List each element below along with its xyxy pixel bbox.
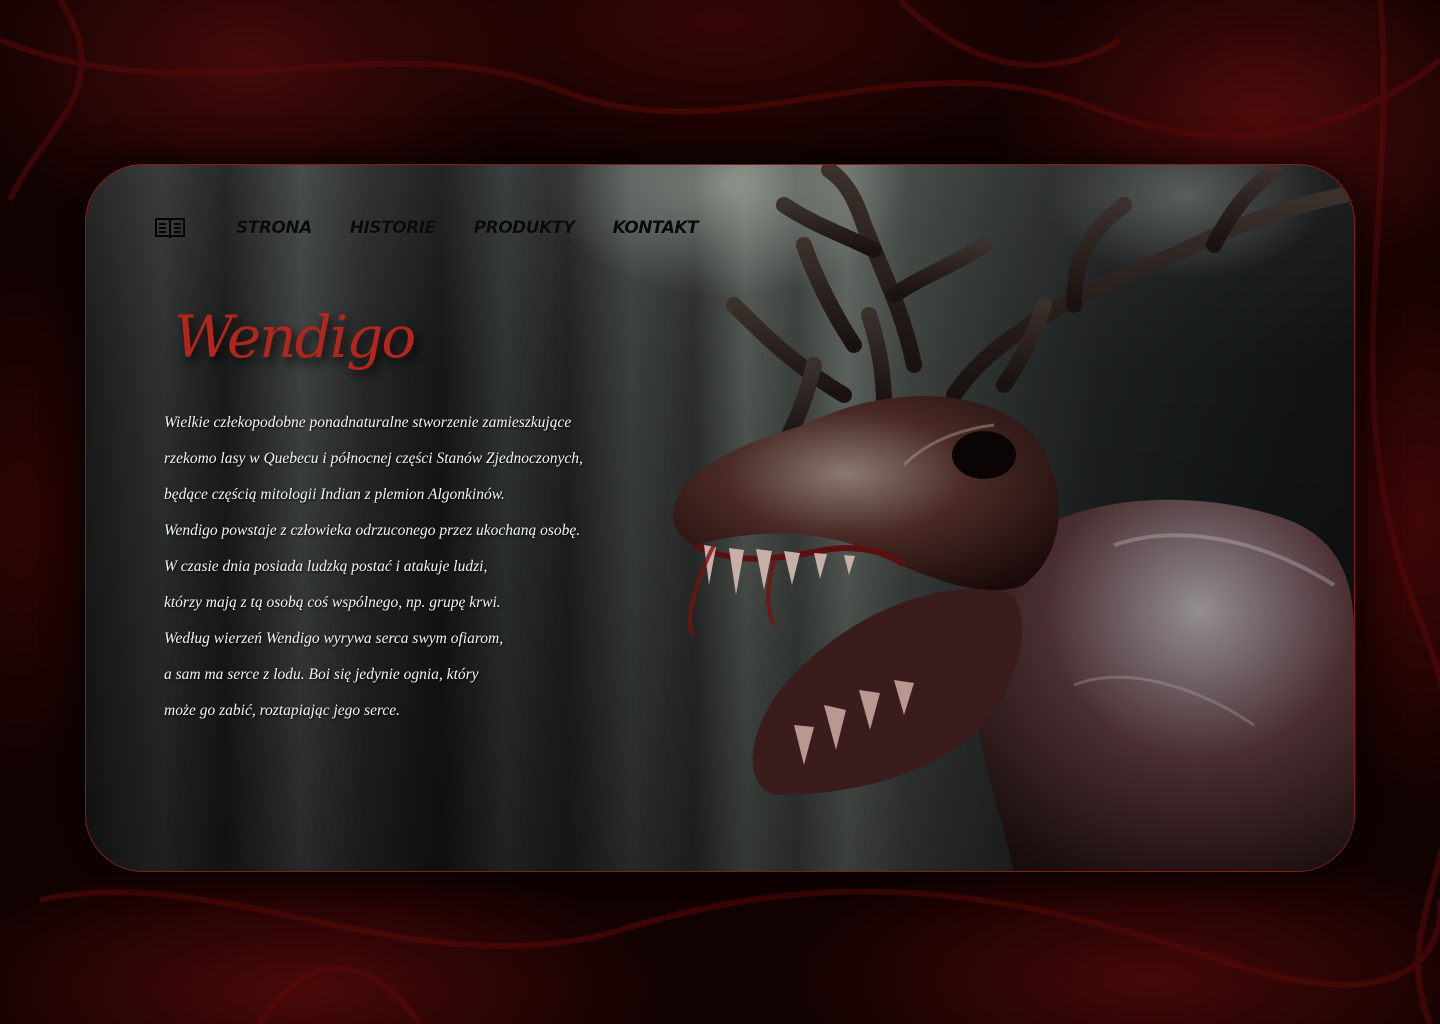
description-line: którzy mają z tą osobą coś wspólnego, np… bbox=[164, 594, 501, 611]
wendigo-creature-image bbox=[673, 165, 1354, 871]
nav-link-historie[interactable]: HISTORIE bbox=[350, 218, 436, 238]
description-line: W czasie dnia posiada ludzką postać i at… bbox=[164, 558, 488, 575]
description-line: Według wierzeń Wendigo wyrywa serca swym… bbox=[164, 630, 504, 647]
nav-link-kontakt[interactable]: KONTAKT bbox=[613, 218, 699, 238]
hero-card: STRONA HISTORIE PRODUKTY KONTAKT Wendigo… bbox=[85, 164, 1355, 872]
description-line: rzekomo lasy w Quebecu i północnej częśc… bbox=[164, 450, 583, 467]
open-book-icon[interactable] bbox=[154, 215, 186, 241]
description-line: a sam ma serce z lodu. Boi się jedynie o… bbox=[164, 666, 479, 683]
main-nav: STRONA HISTORIE PRODUKTY KONTAKT bbox=[154, 215, 736, 241]
nav-link-strona[interactable]: STRONA bbox=[236, 218, 312, 238]
description: Wielkie człekopodobne ponadnaturalne stw… bbox=[164, 405, 583, 729]
page-title: Wendigo bbox=[174, 303, 416, 371]
description-line: będące częścią mitologii Indian z plemio… bbox=[164, 486, 505, 503]
description-line: może go zabić, roztapiając jego serce. bbox=[164, 702, 401, 719]
nav-link-produkty[interactable]: PRODUKTY bbox=[474, 218, 576, 238]
description-line: Wielkie człekopodobne ponadnaturalne stw… bbox=[164, 414, 572, 431]
description-line: Wendigo powstaje z człowieka odrzuconego… bbox=[164, 522, 581, 539]
